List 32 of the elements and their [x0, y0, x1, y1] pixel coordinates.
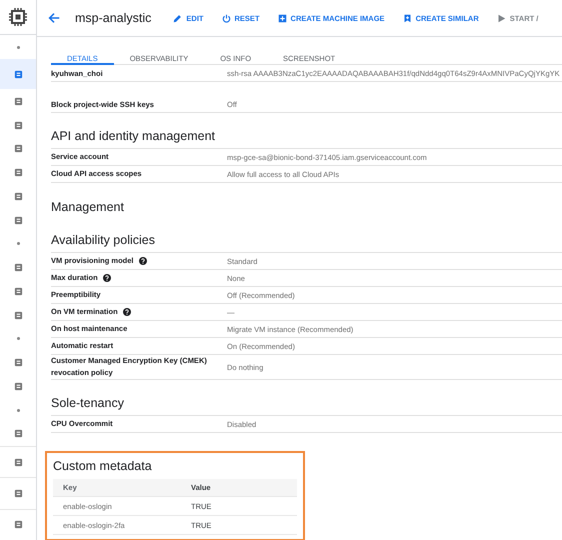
bookmark-icon: [402, 14, 412, 22]
play-icon: [496, 14, 506, 22]
page-icon[interactable]: [14, 310, 22, 320]
page-icon[interactable]: [14, 488, 22, 498]
page-icon[interactable]: [14, 520, 22, 530]
page-icon[interactable]: [14, 96, 22, 106]
section-heading: Custom metadata: [53, 459, 152, 473]
section-heading: Management: [51, 200, 124, 214]
page-icon[interactable]: [14, 216, 22, 225]
pencil-icon: [173, 14, 182, 22]
page-icon[interactable]: [14, 144, 22, 154]
section-heading: Sole-tenancy: [51, 396, 124, 410]
page-icon[interactable]: [14, 263, 22, 272]
back-arrow-icon[interactable]: [47, 11, 61, 25]
page-icon[interactable]: [14, 358, 22, 368]
help-icon[interactable]: [102, 274, 111, 282]
page-icon[interactable]: [14, 382, 22, 391]
page-icon[interactable]: [14, 429, 22, 438]
page-icon[interactable]: [14, 168, 22, 178]
page-icon[interactable]: [14, 286, 22, 296]
chip-icon: [8, 7, 28, 28]
page-icon[interactable]: [14, 192, 22, 201]
page-title: msp-analystic: [75, 11, 152, 25]
page-icon[interactable]: [14, 70, 22, 79]
section-heading: Availability policies: [51, 233, 155, 247]
help-icon[interactable]: [138, 257, 147, 265]
plus-square-icon: [278, 14, 287, 22]
power-icon: [222, 14, 231, 22]
page-icon[interactable]: [14, 458, 22, 467]
page-icon[interactable]: [14, 120, 22, 130]
section-heading: API and identity management: [51, 129, 215, 143]
help-icon[interactable]: [122, 308, 131, 316]
